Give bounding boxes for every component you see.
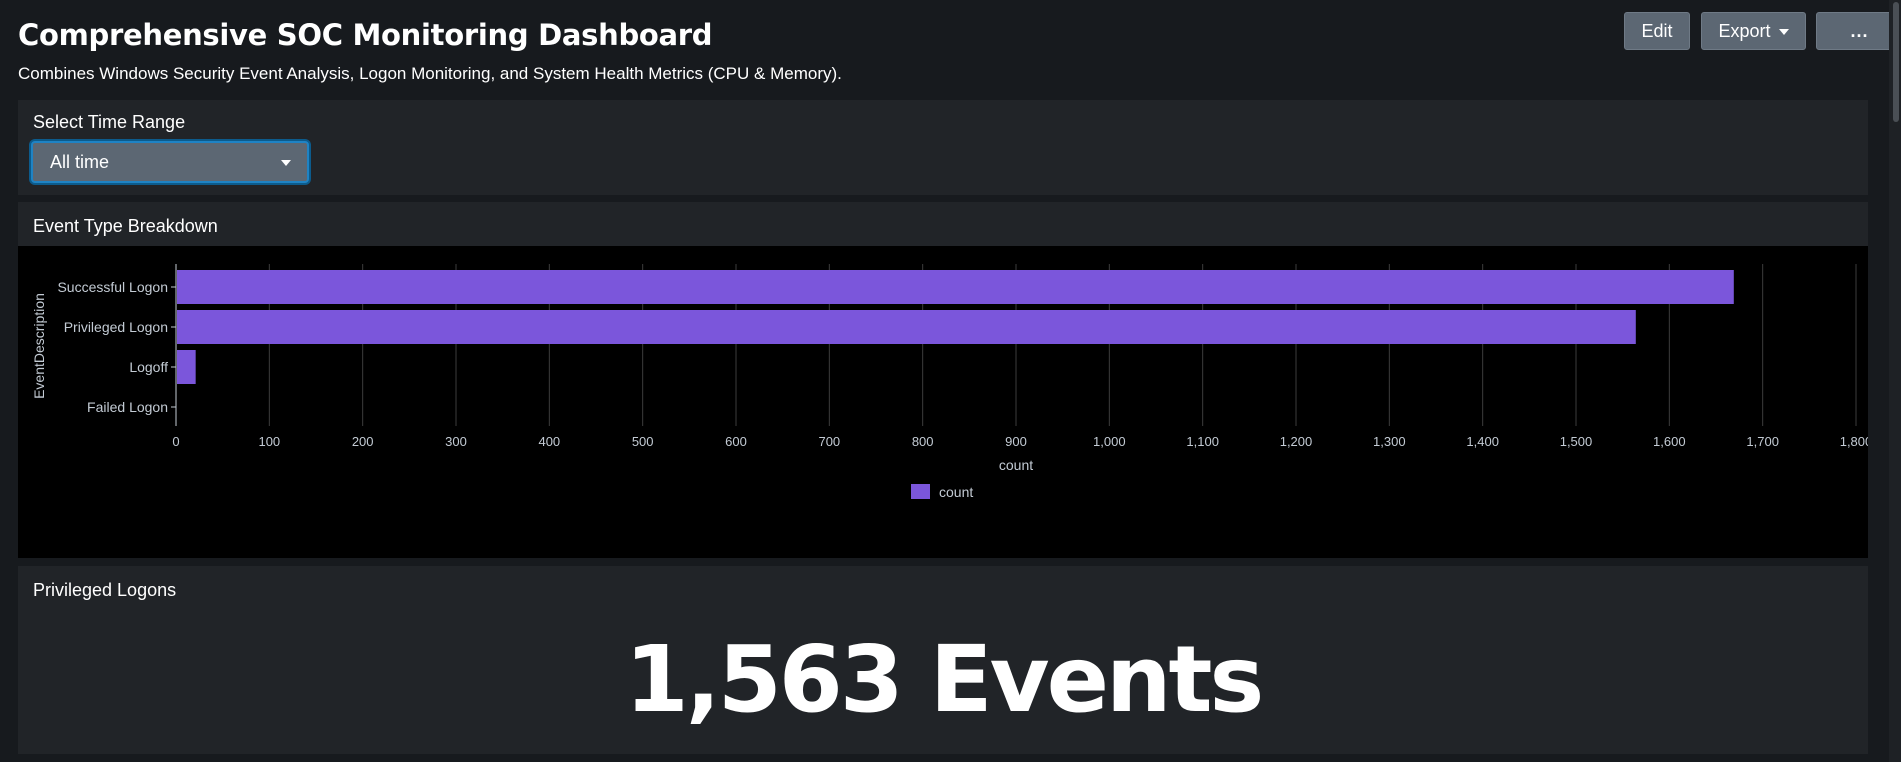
legend-swatch	[911, 484, 930, 499]
x-tick-label: 1,200	[1280, 434, 1313, 449]
export-button[interactable]: Export	[1701, 12, 1806, 50]
x-tick-label: 500	[632, 434, 654, 449]
time-range-dropdown[interactable]: All time	[31, 141, 309, 183]
bar	[177, 270, 1734, 304]
x-tick-label: 1,500	[1560, 434, 1593, 449]
privileged-logons-panel: Privileged Logons 1,563 Events	[18, 566, 1868, 754]
page-subtitle: Combines Windows Security Event Analysis…	[18, 64, 842, 83]
privileged-logons-title: Privileged Logons	[33, 580, 177, 600]
dashboard-header: Comprehensive SOC Monitoring Dashboard C…	[18, 14, 1901, 84]
event-type-panel: Event Type Breakdown 0 100 200 300 400 500 600…	[18, 202, 1868, 558]
x-tick-label: 200	[352, 434, 374, 449]
y-axis-title: EventDescription	[31, 293, 47, 399]
edit-button-label: Edit	[1641, 20, 1673, 41]
x-tick-label: 1,400	[1466, 434, 1499, 449]
x-tick-label: 1,300	[1373, 434, 1406, 449]
export-button-label: Export	[1718, 20, 1771, 41]
more-actions-label: ...	[1850, 20, 1869, 41]
x-tick-label: 1,700	[1746, 434, 1779, 449]
category-label: Privileged Logon	[64, 319, 168, 335]
x-tick-label: 800	[912, 434, 934, 449]
event-type-bar-chart: 0 100 200 300 400 500 600 700 800 900 1,000 1,100 1,…	[31, 264, 1868, 500]
x-tick-label: 700	[818, 434, 840, 449]
x-tick-label: 1,000	[1093, 434, 1126, 449]
time-range-label: Select Time Range	[33, 112, 186, 132]
x-tick-label: 100	[258, 434, 280, 449]
x-tick-label: 600	[725, 434, 747, 449]
x-tick-label: 1,600	[1653, 434, 1686, 449]
time-range-selected: All time	[50, 151, 110, 172]
page-scrollbar[interactable]	[1889, 0, 1901, 762]
legend-label: count	[939, 484, 973, 500]
caret-down-icon	[1778, 29, 1789, 35]
x-tick-label: 1,800	[1840, 434, 1868, 449]
caret-down-icon	[281, 160, 291, 166]
x-tick-label: 0	[172, 434, 179, 449]
category-label: Successful Logon	[57, 279, 168, 295]
category-label: Logoff	[129, 359, 168, 375]
x-tick-label: 900	[1005, 434, 1027, 449]
time-range-panel: Select Time Range All time	[18, 100, 1868, 195]
x-axis-title: count	[999, 457, 1033, 473]
page-title: Comprehensive SOC Monitoring Dashboard	[18, 18, 713, 52]
x-tick-label: 300	[445, 434, 467, 449]
bar	[177, 310, 1636, 344]
bar	[177, 350, 196, 384]
privileged-logons-value: 1,563 Events	[624, 626, 1264, 733]
event-type-chart-area: 0 100 200 300 400 500 600 700 800 900 1,000 1,100 1,…	[18, 246, 1868, 558]
edit-button[interactable]: Edit	[1624, 12, 1690, 50]
x-tick-label: 1,100	[1186, 434, 1219, 449]
event-type-panel-title: Event Type Breakdown	[33, 216, 218, 236]
category-label: Failed Logon	[87, 399, 168, 415]
x-tick-label: 400	[538, 434, 560, 449]
scrollbar-thumb[interactable]	[1893, 2, 1899, 122]
